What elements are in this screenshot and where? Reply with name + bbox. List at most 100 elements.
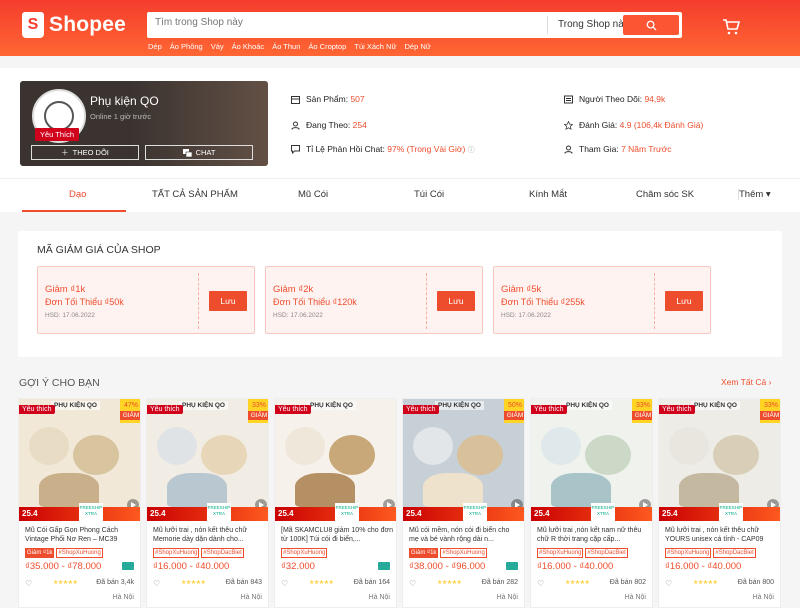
voucher-amount: Giảm ₫1k [45, 284, 86, 295]
product-price: ₫35.000 - ₫78.000 [25, 561, 102, 572]
info-icon[interactable]: ⓘ [468, 147, 475, 154]
stat-label: Tỉ Lệ Phản Hồi Chat: [306, 144, 385, 154]
voucher-minimum: Đơn Tối Thiểu ₫120k [273, 297, 357, 307]
stat-products: Sản Phẩm: 507 [291, 94, 365, 104]
product-card[interactable]: PHỤ KIỆN QO Yêu thích 25.4 FREESHIP XTRA… [274, 398, 397, 608]
image-shape [167, 473, 227, 507]
tab-all-products[interactable]: TẤT CẢ SẢN PHẨM [152, 189, 238, 200]
image-shape [713, 435, 759, 475]
cart-button[interactable] [722, 19, 741, 40]
heart-icon[interactable]: ♡ [537, 579, 544, 588]
image-shape [329, 435, 375, 475]
product-image[interactable]: PHỤ KIỆN QO Yêu thích 33% GIẢM 25.4 FREES… [659, 399, 780, 521]
product-card[interactable]: PHỤ KIỆN QO Yêu thích 33% GIẢM 25.4 FREES… [146, 398, 269, 608]
save-voucher-button[interactable]: Lưu [209, 291, 247, 311]
image-shape [201, 435, 247, 475]
shipping-truck-icon [122, 562, 134, 570]
brand-watermark: PHỤ KIỆN QO [179, 401, 228, 410]
product-card[interactable]: PHỤ KIỆN QO Yêu thích 50% GIẢM 25.4 FREES… [402, 398, 525, 608]
product-card[interactable]: PHỤ KIỆN QO Yêu thích 33% GIẢM 25.4 FREES… [530, 398, 653, 608]
product-card[interactable]: PHỤ KIỆN QO Yêu thích 33% GIẢM 25.4 FREES… [658, 398, 781, 608]
voucher-expiry: HSD: 17.06.2022 [501, 312, 551, 319]
voucher-minimum: Đơn Tối Thiểu ₫255k [501, 297, 585, 307]
product-name[interactable]: Mũ Cói Gấp Gọn Phong Cách Vintage Phối N… [25, 526, 137, 544]
shopping-bag-icon: S [22, 12, 44, 38]
stat-label: Đánh Giá: [579, 120, 618, 130]
product-price: ₫16.000 - ₫40.000 [665, 561, 742, 572]
image-shape [669, 427, 709, 465]
heart-icon[interactable]: ♡ [153, 579, 160, 588]
save-voucher-button[interactable]: Lưu [665, 291, 703, 311]
tab-cham-soc-sk[interactable]: Chăm sóc SK [636, 189, 694, 200]
heart-icon[interactable]: ♡ [665, 579, 672, 588]
tab-tui-coi[interactable]: Túi Cói [414, 189, 444, 200]
logo-text: Shopee [49, 13, 127, 36]
voucher-divider [654, 273, 655, 329]
product-card[interactable]: PHỤ KIỆN QO Yêu thích 47% GIẢM 25.4 FREES… [18, 398, 141, 608]
hint-link[interactable]: Áo Phông [170, 42, 203, 51]
rating-stars: ★★★★★ [181, 580, 206, 586]
product-image[interactable]: PHỤ KIỆN QO Yêu thích 25.4 FREESHIP XTRA [275, 399, 396, 521]
heart-icon[interactable]: ♡ [281, 579, 288, 588]
product-name[interactable]: [Mã SKAMCLU8 giảm 10% cho đơn từ 100K] T… [281, 526, 393, 544]
search-hints: Dép Áo Phông Váy Áo Khoác Áo Thun Áo Cro… [148, 42, 431, 51]
heart-icon[interactable]: ♡ [409, 579, 416, 588]
favorite-label: Yêu thích [19, 405, 55, 414]
product-location: Hà Nội [624, 594, 646, 601]
promo-date: 25.4 [662, 509, 678, 518]
hint-link[interactable]: Dép Nữ [404, 42, 430, 51]
hint-link[interactable]: Áo Croptop [308, 42, 346, 51]
tab-dao[interactable]: Dạo [69, 189, 86, 200]
tab-more[interactable]: Thêm ▾ [738, 189, 771, 200]
search-scope-label: Trong Shop này [558, 19, 629, 30]
product-price: ₫38.000 - ₫96.000 [409, 561, 486, 572]
freeship-badge: FREESHIP XTRA [591, 503, 615, 521]
tab-mu-coi[interactable]: Mũ Cói [298, 189, 328, 200]
product-tag: #ShopXuHuong [56, 548, 103, 558]
stat-label: Sản Phẩm: [306, 94, 349, 104]
sold-count: Đã bán 800 [737, 579, 774, 586]
hint-link[interactable]: Váy [211, 42, 224, 51]
hint-link[interactable]: Dép [148, 42, 162, 51]
product-name[interactable]: Mũ lưỡi trai ,nón kết nam nữ thêu chữ R … [537, 526, 649, 544]
product-image[interactable]: PHỤ KIỆN QO Yêu thích 33% GIẢM 25.4 FREES… [531, 399, 652, 521]
shop-name: Phụ kiện QO [90, 94, 159, 108]
hint-link[interactable]: Túi Xách Nữ [354, 42, 396, 51]
freeship-badge: FREESHIP XTRA [207, 503, 231, 521]
voucher-section: MÃ GIẢM GIÁ CỦA SHOP Giảm ₫1k Đơn Tối Th… [18, 231, 782, 357]
product-image[interactable]: PHỤ KIỆN QO Yêu thích 47% GIẢM 25.4 FREES… [19, 399, 140, 521]
product-image[interactable]: PHỤ KIỆN QO Yêu thích 33% GIẢM 25.4 FREES… [147, 399, 268, 521]
product-tag: #ShopXuHuong [537, 548, 584, 558]
heart-icon[interactable]: ♡ [25, 579, 32, 588]
discount-percent: 33% [763, 402, 778, 409]
product-tags: Giảm ₫1k #ShopXuHuong [409, 548, 487, 558]
promo-banner: 25.4 FREESHIP XTRA [659, 503, 780, 521]
products-count: 507 [350, 94, 365, 104]
see-all-link[interactable]: Xem Tất Cả › [721, 377, 771, 387]
product-name[interactable]: Mũ lưỡi trai , nón kết thêu chữ YOURS un… [665, 526, 777, 544]
chat-button[interactable]: CHAT [145, 145, 253, 160]
favorite-label: Yêu thích [659, 405, 695, 414]
product-image[interactable]: PHỤ KIỆN QO Yêu thích 50% GIẢM 25.4 FREES… [403, 399, 524, 521]
promo-banner: 25.4 FREESHIP XTRA [403, 503, 524, 521]
save-voucher-button[interactable]: Lưu [437, 291, 475, 311]
shopee-logo[interactable]: S Shopee [22, 12, 126, 38]
image-shape [295, 473, 355, 507]
hint-link[interactable]: Áo Thun [272, 42, 300, 51]
voucher-expiry: HSD: 17.06.2022 [273, 312, 323, 319]
follow-button[interactable]: ＋ THEO DÕI [31, 145, 139, 160]
brand-watermark: PHỤ KIỆN QO [307, 401, 356, 410]
search-button[interactable] [623, 15, 679, 35]
promo-banner: 25.4 FREESHIP XTRA [531, 503, 652, 521]
search-input[interactable] [155, 17, 535, 28]
product-name[interactable]: Mũ lưỡi trai , nón kết thêu chữ Memorie … [153, 526, 265, 544]
product-tag: #ShopXuHuong [281, 548, 328, 558]
brand-watermark: PHỤ KIỆN QO [691, 401, 740, 410]
product-name[interactable]: Mũ cói mềm, nón cói đi biển cho mẹ và bé… [409, 526, 521, 544]
tab-kinh-mat[interactable]: Kính Mắt [529, 189, 567, 200]
star-icon [564, 120, 573, 130]
rating-stars: ★★★★★ [53, 580, 78, 586]
product-tags: #ShopXuHuong #ShopDacBiet [665, 548, 756, 558]
discount-badge: 47% GIẢM [120, 399, 140, 423]
hint-link[interactable]: Áo Khoác [232, 42, 265, 51]
